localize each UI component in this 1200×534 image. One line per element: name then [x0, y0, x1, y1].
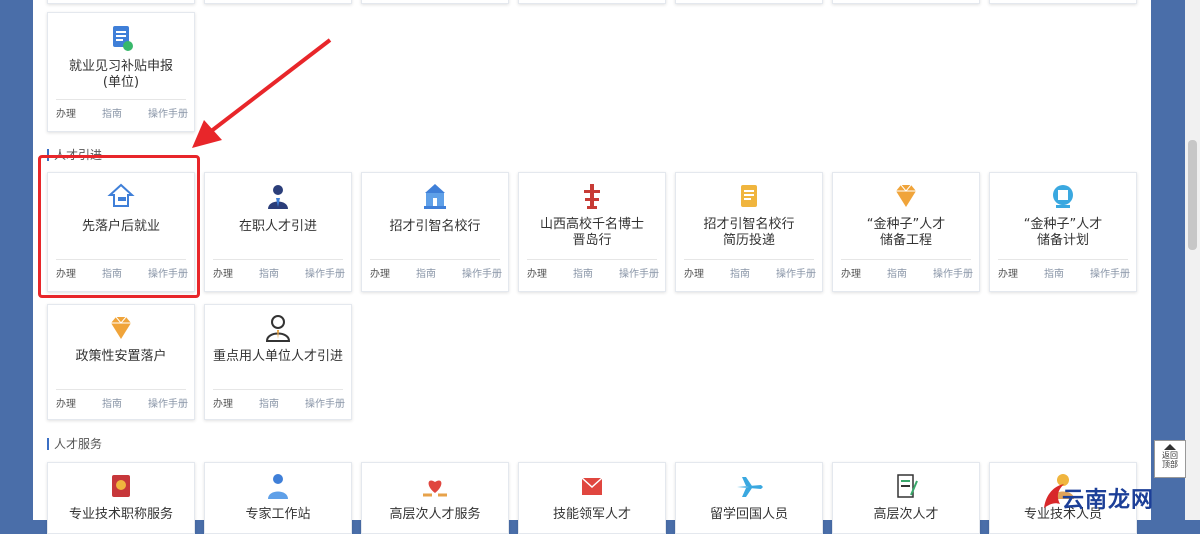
back-to-top-line1: 返回	[1162, 451, 1178, 460]
back-to-top-line2: 顶部	[1162, 460, 1178, 469]
back-to-top-button[interactable]: 返回 顶部	[1154, 440, 1186, 478]
watermark-logo: 云南龙网	[1040, 476, 1190, 516]
watermark-text: 云南龙网	[1062, 487, 1155, 513]
red-arrow-icon	[192, 38, 332, 148]
arrow-up-icon	[1164, 444, 1176, 450]
